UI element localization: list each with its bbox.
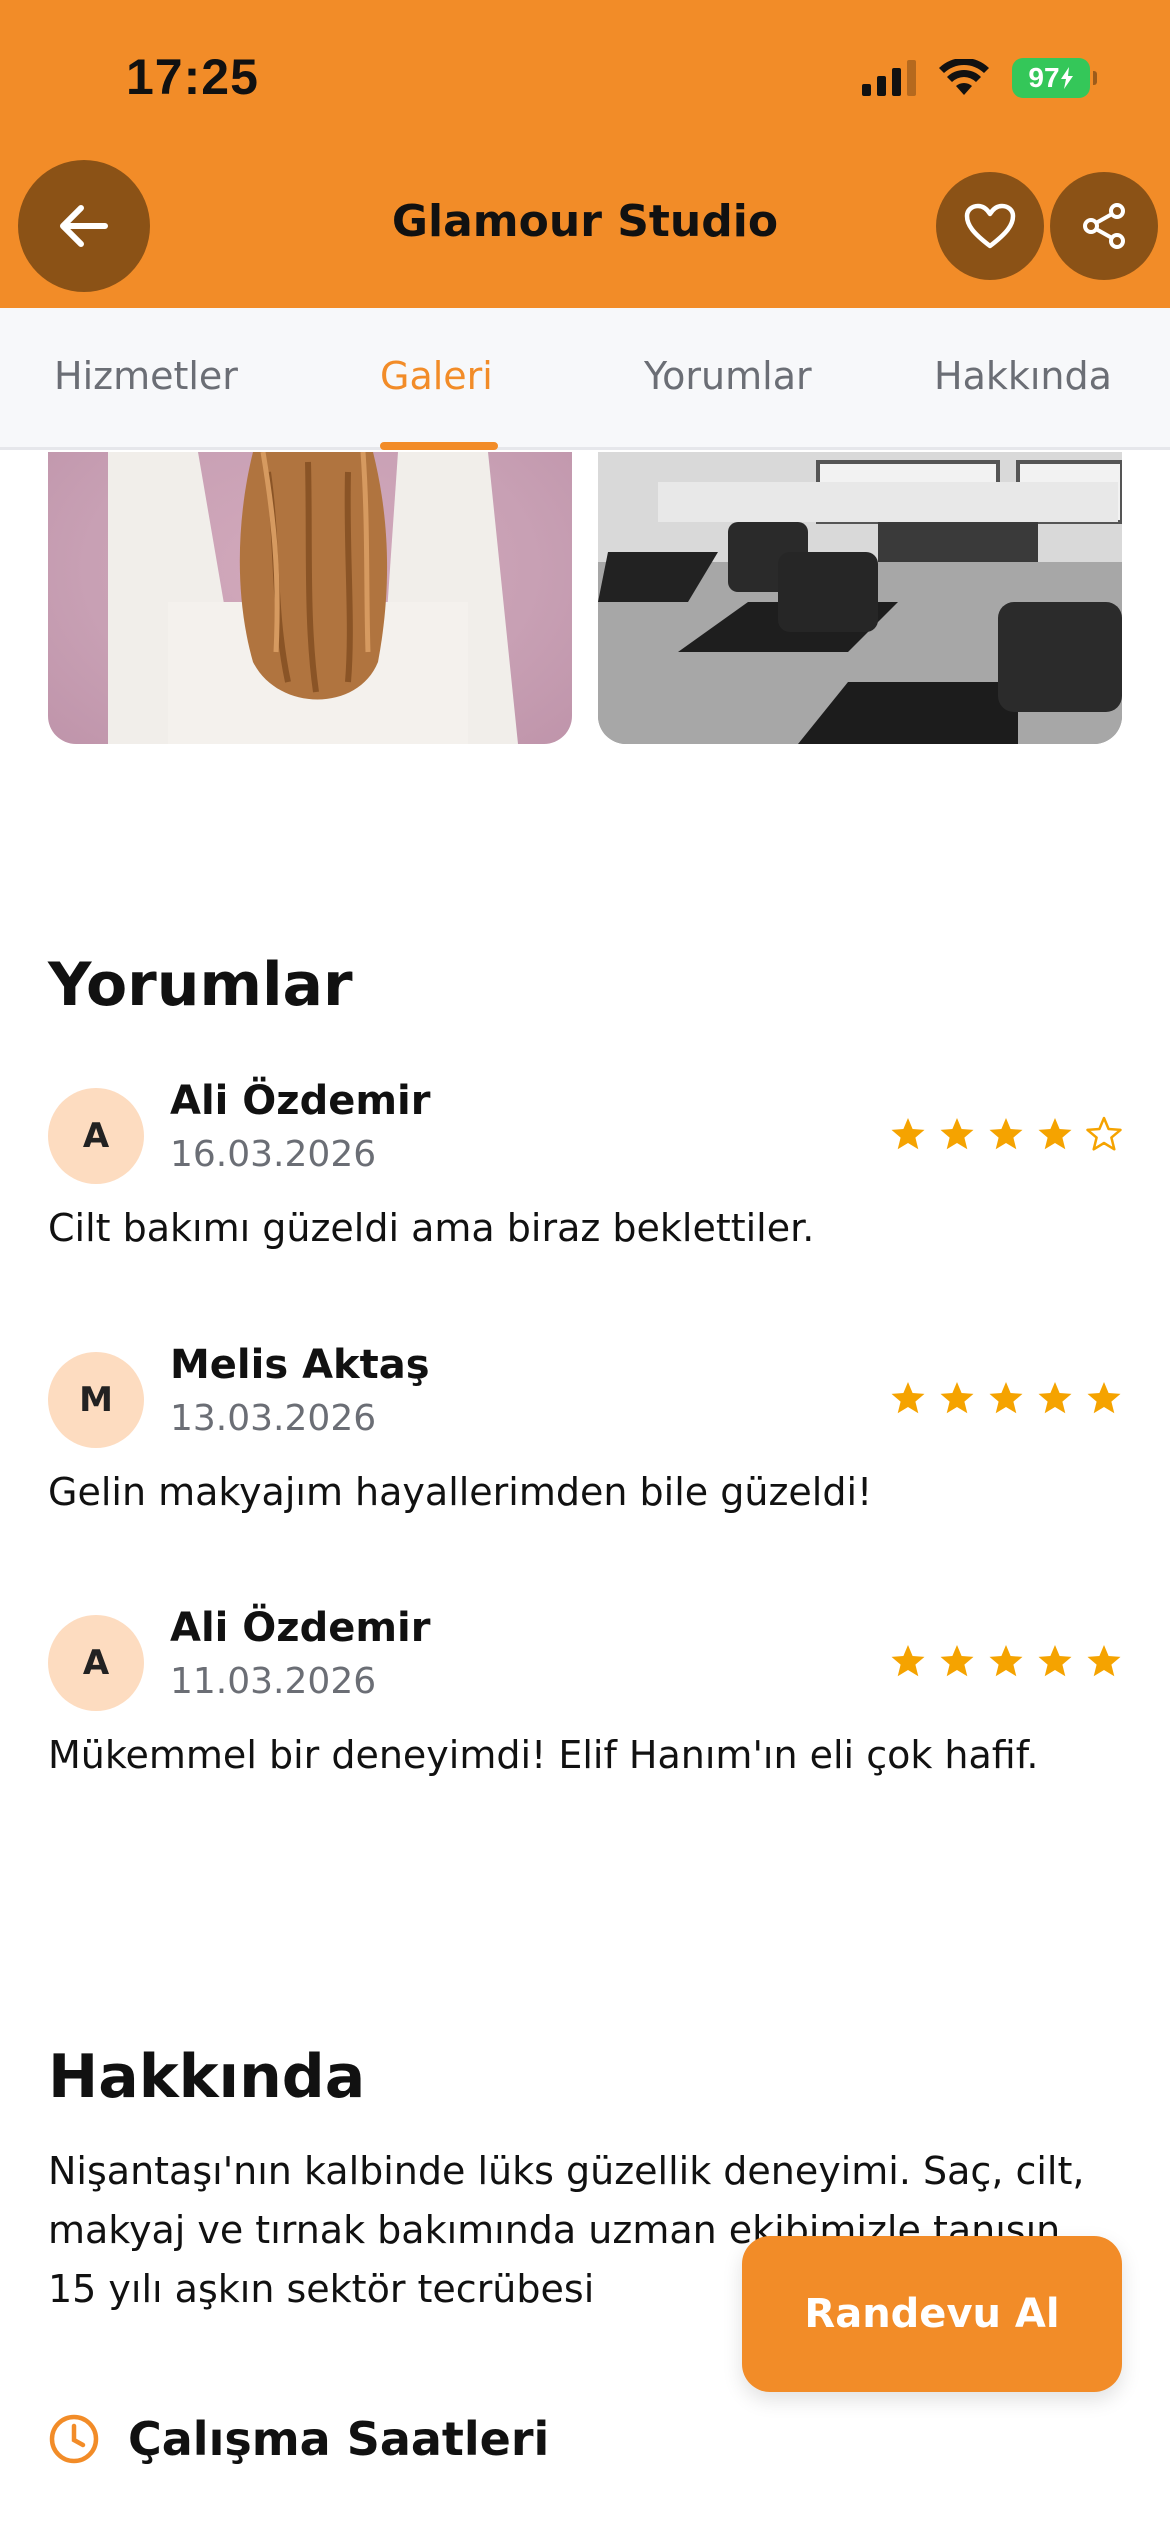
review-text: Cilt bakımı güzeldi ama biraz beklettile… (48, 1206, 815, 1250)
wifi-icon (939, 59, 989, 95)
gallery-image-salon[interactable] (598, 452, 1122, 744)
gallery-photo-salon (598, 452, 1122, 744)
review-date: 16.03.2026 (170, 1134, 377, 1175)
clock-icon (49, 2414, 99, 2464)
tab-hakkinda[interactable]: Hakkında (934, 354, 1112, 398)
star-filled-icon (1087, 1382, 1121, 1414)
status-icons: 97 (862, 58, 1097, 98)
star-rating (890, 1380, 1122, 1416)
review-date: 13.03.2026 (170, 1398, 377, 1439)
review-text: Gelin makyajım hayallerimden bile güzeld… (48, 1470, 873, 1514)
heart-icon (964, 203, 1016, 249)
avatar: A (48, 1615, 144, 1711)
star-rating (890, 1643, 1122, 1679)
avatar: M (48, 1352, 144, 1448)
star-filled-icon (1038, 1382, 1072, 1414)
working-hours-label: Çalışma Saatleri (128, 2412, 550, 2466)
favorite-button[interactable] (936, 172, 1044, 280)
star-filled-icon (891, 1118, 925, 1150)
reviewer-name: Melis Aktaş (170, 1342, 430, 1388)
working-hours-row: Çalışma Saatleri (48, 2412, 549, 2466)
review-item: M Melis Aktaş 13.03.2026 Gelin makyajım hay… (48, 1342, 1122, 1572)
gallery-image-hair[interactable] (48, 452, 572, 744)
tab-galeri[interactable]: Galeri (380, 354, 493, 398)
star-filled-icon (1087, 1645, 1121, 1677)
battery-indicator: 97 (1012, 58, 1097, 98)
reviewer-name: Ali Özdemir (170, 1605, 431, 1651)
star-filled-icon (989, 1645, 1023, 1677)
share-button[interactable] (1050, 172, 1158, 280)
reviews-title: Yorumlar (48, 950, 353, 1020)
active-tab-indicator (380, 442, 498, 450)
share-icon (1083, 203, 1125, 249)
review-date: 11.03.2026 (170, 1661, 377, 1702)
star-filled-icon (1038, 1645, 1072, 1677)
battery-level: 97 (1028, 62, 1060, 93)
review-item: A Ali Özdemir 11.03.2026 Mükemmel bir deney… (48, 1605, 1122, 1835)
star-filled-icon (891, 1382, 925, 1414)
star-filled-icon (940, 1645, 974, 1677)
star-filled-icon (989, 1382, 1023, 1414)
star-rating (890, 1116, 1122, 1152)
review-text: Mükemmel bir deneyimdi! Elif Hanım'ın el… (48, 1733, 1039, 1777)
app-header: 17:25 97 Glamour Studio (0, 0, 1170, 308)
cellular-signal-icon (862, 60, 916, 96)
review-item: A Ali Özdemir 16.03.2026 Cilt bakımı güzeld… (48, 1078, 1122, 1308)
tab-hizmetler[interactable]: Hizmetler (54, 354, 238, 398)
tab-yorumlar[interactable]: Yorumlar (644, 354, 812, 398)
avatar: A (48, 1088, 144, 1184)
star-filled-icon (891, 1645, 925, 1677)
charging-bolt-icon (1060, 67, 1073, 89)
star-outline-icon (1086, 1116, 1122, 1151)
section-tabs: Hizmetler Galeri Yorumlar Hakkında (0, 308, 1170, 450)
gallery-photo-hair (108, 452, 518, 744)
star-filled-icon (989, 1118, 1023, 1150)
about-title: Hakkında (48, 2042, 366, 2112)
reviewer-name: Ali Özdemir (170, 1078, 431, 1124)
book-appointment-button[interactable]: Randevu Al (742, 2236, 1122, 2392)
star-filled-icon (940, 1382, 974, 1414)
status-time: 17:25 (126, 49, 259, 105)
star-filled-icon (940, 1118, 974, 1150)
star-filled-icon (1038, 1118, 1072, 1150)
